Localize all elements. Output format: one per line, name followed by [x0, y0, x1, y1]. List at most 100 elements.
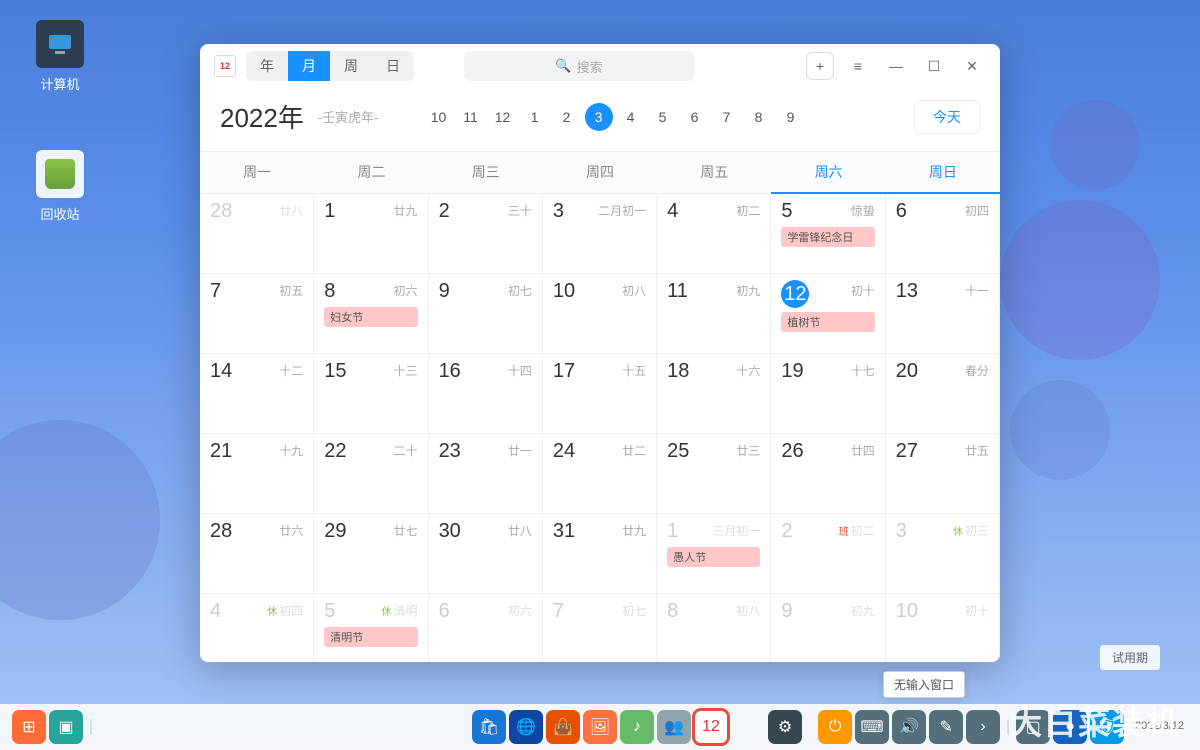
- day-cell[interactable]: 12初十植树节: [771, 274, 885, 354]
- day-cell[interactable]: 3二月初一: [543, 194, 657, 274]
- day-cell[interactable]: 2三十: [429, 194, 543, 274]
- day-cell[interactable]: 7初七: [543, 594, 657, 662]
- search-input[interactable]: 🔍搜索: [464, 51, 694, 81]
- day-cell[interactable]: 19十七: [771, 354, 885, 434]
- day-cell[interactable]: 15十三: [314, 354, 428, 434]
- day-cell[interactable]: 7初五: [200, 274, 314, 354]
- day-cell[interactable]: 1廿九: [314, 194, 428, 274]
- event-pill: 学雷锋纪念日: [781, 227, 874, 247]
- day-cell[interactable]: 28廿六: [200, 514, 314, 594]
- menu-button[interactable]: ≡: [844, 52, 872, 80]
- day-cell[interactable]: 5休清明清明节: [314, 594, 428, 662]
- day-cell[interactable]: 27廿五: [886, 434, 1000, 514]
- month-11[interactable]: 11: [457, 103, 485, 131]
- view-day[interactable]: 日: [372, 51, 414, 81]
- calendar-icon[interactable]: 12: [694, 710, 728, 744]
- month-3[interactable]: 3: [585, 103, 613, 131]
- day-number: 17: [553, 360, 575, 383]
- month-9[interactable]: 9: [777, 103, 805, 131]
- day-cell[interactable]: 11初九: [657, 274, 771, 354]
- maximize-button[interactable]: ☐: [920, 52, 948, 80]
- month-8[interactable]: 8: [745, 103, 773, 131]
- day-cell[interactable]: 1三月初一愚人节: [657, 514, 771, 594]
- view-month[interactable]: 月: [288, 51, 330, 81]
- day-cell[interactable]: 9初九: [771, 594, 885, 662]
- month-4[interactable]: 4: [617, 103, 645, 131]
- day-cell[interactable]: 20春分: [886, 354, 1000, 434]
- month-7[interactable]: 7: [713, 103, 741, 131]
- day-cell[interactable]: 8初六妇女节: [314, 274, 428, 354]
- day-cell[interactable]: 10初八: [543, 274, 657, 354]
- month-1[interactable]: 1: [521, 103, 549, 131]
- close-button[interactable]: ✕: [958, 52, 986, 80]
- separator2-icon[interactable]: |: [1003, 710, 1013, 744]
- day-cell[interactable]: 6初六: [429, 594, 543, 662]
- day-cell[interactable]: 21十九: [200, 434, 314, 514]
- month-12[interactable]: 12: [489, 103, 517, 131]
- day-cell[interactable]: 31廿九: [543, 514, 657, 594]
- view-year[interactable]: 年: [246, 51, 288, 81]
- day-cell[interactable]: 2班初二: [771, 514, 885, 594]
- desktop-icon[interactable]: ▢: [1016, 710, 1050, 744]
- day-number: 30: [439, 520, 461, 543]
- day-cell[interactable]: 29廿七: [314, 514, 428, 594]
- day-number: 19: [781, 360, 803, 383]
- day-cell[interactable]: 26廿四: [771, 434, 885, 514]
- lunar-label: 二十: [394, 442, 418, 459]
- contacts-icon[interactable]: 👥: [657, 710, 691, 744]
- day-cell[interactable]: 5惊蛰学雷锋纪念日: [771, 194, 885, 274]
- volume-icon[interactable]: 🔊: [892, 710, 926, 744]
- taskbar-date[interactable]: 2022/3/12: [1127, 720, 1192, 733]
- day-cell[interactable]: 30廿八: [429, 514, 543, 594]
- file-manager-icon[interactable]: ▣: [49, 710, 83, 744]
- lunar-label: 初七: [508, 282, 532, 299]
- day-cell[interactable]: 4初二: [657, 194, 771, 274]
- browser-icon[interactable]: 🌐: [509, 710, 543, 744]
- globe-icon[interactable]: ●: [1053, 710, 1087, 744]
- bag-icon[interactable]: 👜: [546, 710, 580, 744]
- month-5[interactable]: 5: [649, 103, 677, 131]
- today-button[interactable]: 今天: [914, 100, 980, 134]
- day-cell[interactable]: 14十二: [200, 354, 314, 434]
- day-cell[interactable]: 3休初三: [886, 514, 1000, 594]
- day-cell[interactable]: 4休初四: [200, 594, 314, 662]
- day-cell[interactable]: 17十五: [543, 354, 657, 434]
- power-icon[interactable]: ⏻: [818, 710, 852, 744]
- day-cell[interactable]: 25廿三: [657, 434, 771, 514]
- desktop-icon-computer[interactable]: 计算机: [20, 20, 100, 93]
- day-cell[interactable]: 10初十: [886, 594, 1000, 662]
- lunar-label: 廿三: [736, 442, 760, 459]
- launcher-icon[interactable]: ⊞: [12, 710, 46, 744]
- day-cell[interactable]: 8初八: [657, 594, 771, 662]
- settings-icon[interactable]: ⚙: [768, 710, 802, 744]
- more-icon[interactable]: ›: [966, 710, 1000, 744]
- photos-icon[interactable]: 🖼: [583, 710, 617, 744]
- shield-icon[interactable]: 🛡: [1090, 710, 1124, 744]
- day-cell[interactable]: 16十四: [429, 354, 543, 434]
- weekday-5: 周六: [771, 152, 885, 194]
- month-2[interactable]: 2: [553, 103, 581, 131]
- edit-icon[interactable]: ✎: [929, 710, 963, 744]
- weekday-header: 周一周二周三周四周五周六周日: [200, 151, 1000, 194]
- day-cell[interactable]: 24廿二: [543, 434, 657, 514]
- day-cell[interactable]: 13十一: [886, 274, 1000, 354]
- keyboard-icon[interactable]: ⌨: [855, 710, 889, 744]
- day-cell[interactable]: 9初七: [429, 274, 543, 354]
- app-store-icon[interactable]: 🛍: [472, 710, 506, 744]
- desktop-icon-trash[interactable]: 回收站: [20, 150, 100, 223]
- day-cell[interactable]: 18十六: [657, 354, 771, 434]
- month-6[interactable]: 6: [681, 103, 709, 131]
- month-10[interactable]: 10: [425, 103, 453, 131]
- day-cell[interactable]: 6初四: [886, 194, 1000, 274]
- view-week[interactable]: 周: [330, 51, 372, 81]
- divider[interactable]: |: [86, 710, 96, 744]
- day-cell[interactable]: 23廿一: [429, 434, 543, 514]
- separator-icon[interactable]: [805, 710, 815, 744]
- day-cell[interactable]: 28廿八: [200, 194, 314, 274]
- music-icon[interactable]: ♪: [620, 710, 654, 744]
- day-number: 11: [667, 280, 688, 303]
- add-button[interactable]: +: [806, 52, 834, 80]
- minimize-button[interactable]: —: [882, 52, 910, 80]
- day-cell[interactable]: 22二十: [314, 434, 428, 514]
- day-number: 16: [439, 360, 461, 383]
